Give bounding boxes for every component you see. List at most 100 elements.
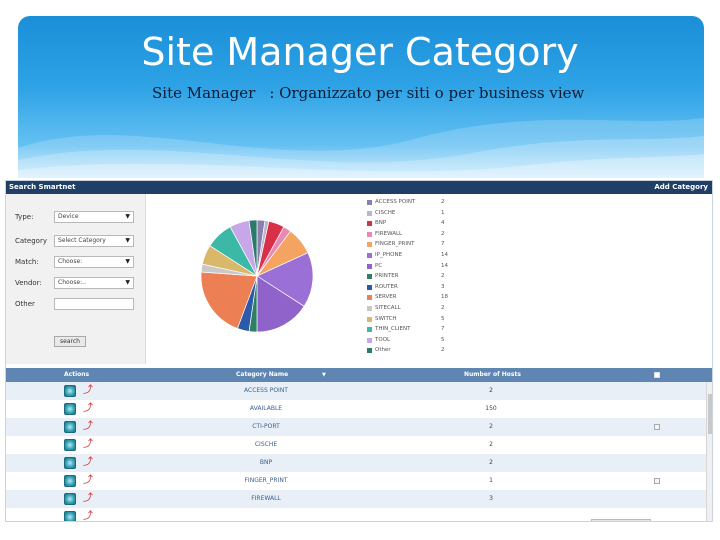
legend-label: PRINTER [375, 273, 399, 280]
legend-value: 1 [441, 209, 445, 216]
legend-label: ROUTER [375, 283, 398, 290]
legend-item: SERVER 18 [367, 292, 477, 303]
table-row: ⤴ FINGER_PRINT 1 [6, 472, 706, 490]
pdf-icon[interactable]: ⤴ [83, 438, 93, 452]
category-chart-area: ACCESS POINT 2 CISCHE 1 BNP 4 FIREWALL 2 FINGER_… [147, 194, 712, 364]
pdf-icon[interactable]: ⤴ [83, 456, 93, 470]
vertical-scrollbar[interactable] [706, 382, 712, 521]
pdf-icon[interactable]: ⤴ [83, 420, 93, 434]
pdf-icon[interactable]: ⤴ [83, 474, 93, 488]
settings-icon[interactable] [64, 385, 76, 397]
table-header: Actions Category Name ▼ Number of Hosts [6, 368, 712, 382]
sort-arrow-icon[interactable]: ▼ [322, 368, 326, 382]
legend-label: TOOL [375, 336, 391, 343]
category-name-link[interactable]: ACCESS POINT [206, 382, 326, 400]
legend-swatch [367, 327, 372, 333]
chevron-down-icon: ▼ [125, 258, 130, 265]
legend-item: TOOL 5 [367, 335, 477, 346]
legend-item: SWITCH 5 [367, 314, 477, 325]
category-name-link[interactable]: BNP [206, 454, 326, 472]
settings-icon[interactable] [64, 403, 76, 415]
table-row: ⤴ AVAILABLE 150 [6, 400, 706, 418]
vendor-label: Vendor: [15, 279, 42, 287]
category-name-link[interactable]: FINGER_PRINT [206, 472, 326, 490]
search-smartnet-title: Search Smartnet [9, 183, 76, 191]
host-count: 2 [489, 423, 493, 430]
legend-item: CISCHE 1 [367, 208, 477, 219]
settings-icon[interactable] [64, 511, 76, 521]
pdf-icon[interactable]: ⤴ [83, 384, 93, 398]
match-select-value: Choose: [58, 258, 83, 265]
other-input[interactable] [54, 298, 134, 310]
category-name-link[interactable]: CTI-PORT [206, 418, 326, 436]
host-count: 150 [485, 405, 497, 412]
legend-label: SERVER [375, 294, 397, 301]
legend-value: 2 [441, 347, 445, 354]
legend-label: THIN_CLIENT [375, 326, 411, 333]
category-name-link[interactable]: CISCHE [206, 436, 326, 454]
legend-value: 4 [441, 220, 445, 227]
legend-swatch [367, 252, 372, 258]
table-row: ⤴ ACCESS POINT 2 [6, 382, 706, 400]
header-number-of-hosts: Number of Hosts [464, 371, 521, 378]
legend-swatch [367, 231, 372, 237]
pdf-icon[interactable]: ⤴ [83, 402, 93, 416]
add-category-link[interactable]: Add Category [654, 181, 708, 194]
legend-label: FINGER_PRINT [375, 241, 415, 248]
legend-swatch [367, 242, 372, 248]
select-all-checkbox[interactable] [654, 372, 660, 378]
settings-icon[interactable] [64, 475, 76, 487]
pdf-icon[interactable]: ⤴ [83, 492, 93, 506]
settings-icon[interactable] [64, 421, 76, 433]
type-select[interactable]: Device ▼ [54, 211, 134, 223]
legend-swatch [367, 221, 372, 227]
legend-item: Other 2 [367, 345, 477, 356]
legend-swatch [367, 348, 372, 354]
legend-value: 5 [441, 336, 445, 343]
legend-item: THIN_CLIENT 7 [367, 324, 477, 335]
search-button[interactable]: search [54, 336, 86, 347]
horizontal-scrollbar[interactable] [591, 519, 651, 521]
scrollbar-thumb[interactable] [708, 394, 712, 434]
type-label: Type: [15, 213, 34, 221]
legend-label: BNP [375, 220, 387, 227]
legend-label: CISCHE [375, 209, 396, 216]
legend-swatch [367, 295, 372, 301]
vendor-select[interactable]: Choose:.. ▼ [54, 277, 134, 289]
legend-label: PC [375, 262, 383, 269]
category-name-link[interactable]: FIREWALL [206, 490, 326, 508]
category-select[interactable]: Select Category ▼ [54, 235, 134, 247]
category-pie-chart [200, 219, 314, 333]
row-checkbox[interactable] [654, 424, 660, 430]
table-row: ⤴ BNP 2 [6, 454, 706, 472]
subtitle-description: : Organizzato per siti o per business vi… [269, 84, 585, 102]
top-toolbar: Search Smartnet Add Category [6, 181, 712, 194]
host-count: 2 [489, 459, 493, 466]
match-label: Match: [15, 258, 39, 266]
legend-swatch [367, 337, 372, 343]
legend-item: ROUTER 3 [367, 282, 477, 293]
legend-swatch [367, 274, 372, 280]
settings-icon[interactable] [64, 493, 76, 505]
legend-item: SITECALL 2 [367, 303, 477, 314]
legend-label: Other [375, 347, 391, 354]
category-name-link[interactable]: AVAILABLE [206, 400, 326, 418]
host-count: 2 [489, 387, 493, 394]
legend-label: SWITCH [375, 315, 397, 322]
row-checkbox[interactable] [654, 478, 660, 484]
page-subtitle: Site Manager : Organizzato per siti o per… [152, 84, 584, 102]
pdf-icon[interactable]: ⤴ [83, 510, 93, 521]
other-label: Other [15, 300, 35, 308]
header-category-name[interactable]: Category Name [236, 368, 288, 382]
legend-item: FINGER_PRINT 7 [367, 239, 477, 250]
search-panel: Type: Device ▼ Category Select Category ▼ … [6, 194, 146, 364]
app-screenshot: Search Smartnet Add Category Type: Devic… [5, 180, 713, 522]
vendor-select-value: Choose:.. [58, 279, 86, 286]
legend-value: 7 [441, 326, 445, 333]
table-row: ⤴ CISCHE 2 [6, 436, 706, 454]
subtitle-site-manager: Site Manager [152, 84, 256, 102]
settings-icon[interactable] [64, 457, 76, 469]
settings-icon[interactable] [64, 439, 76, 451]
legend-label: FIREWALL [375, 230, 403, 237]
match-select[interactable]: Choose: ▼ [54, 256, 134, 268]
